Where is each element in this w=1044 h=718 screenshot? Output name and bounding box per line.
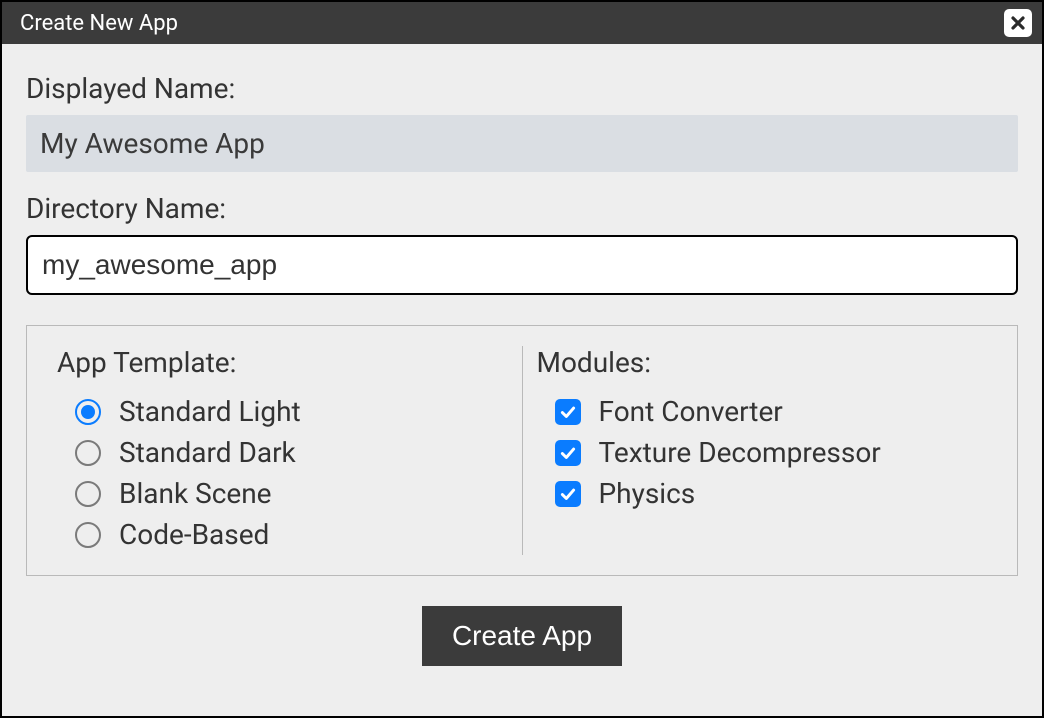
titlebar: Create New App: [2, 2, 1042, 44]
radio-icon: [75, 522, 101, 548]
template-option-standard-light[interactable]: Standard Light: [57, 391, 508, 432]
modules-column: Modules: Font Converter Texture Decompre…: [523, 346, 1002, 555]
module-option-texture-decompressor[interactable]: Texture Decompressor: [537, 432, 988, 473]
radio-icon: [75, 440, 101, 466]
directory-name-input[interactable]: [26, 235, 1018, 295]
template-label: App Template:: [57, 346, 508, 379]
template-option-code-based[interactable]: Code-Based: [57, 514, 508, 555]
displayed-name-label: Displayed Name:: [26, 72, 1018, 105]
template-option-label: Standard Dark: [119, 436, 296, 469]
template-option-label: Blank Scene: [119, 477, 272, 510]
directory-name-label: Directory Name:: [26, 192, 1018, 225]
options-panel: App Template: Standard Light Standard Da…: [26, 325, 1018, 576]
template-option-blank-scene[interactable]: Blank Scene: [57, 473, 508, 514]
window-title: Create New App: [20, 11, 178, 36]
radio-icon: [75, 399, 101, 425]
displayed-name-value: My Awesome App: [26, 115, 1018, 172]
create-app-dialog: Create New App Displayed Name: My Awesom…: [0, 0, 1044, 718]
module-option-physics[interactable]: Physics: [537, 473, 988, 514]
template-option-label: Standard Light: [119, 395, 301, 428]
template-option-standard-dark[interactable]: Standard Dark: [57, 432, 508, 473]
checkbox-icon: [555, 399, 581, 425]
module-option-label: Texture Decompressor: [599, 436, 881, 469]
dialog-footer: Create App: [26, 606, 1018, 666]
template-column: App Template: Standard Light Standard Da…: [43, 346, 523, 555]
module-option-label: Font Converter: [599, 395, 783, 428]
dialog-content: Displayed Name: My Awesome App Directory…: [2, 44, 1042, 716]
create-app-button[interactable]: Create App: [422, 606, 622, 666]
modules-label: Modules:: [537, 346, 988, 379]
close-icon: [1010, 15, 1026, 31]
close-button[interactable]: [1004, 9, 1032, 37]
module-option-label: Physics: [599, 477, 696, 510]
checkbox-icon: [555, 440, 581, 466]
radio-icon: [75, 481, 101, 507]
checkbox-icon: [555, 481, 581, 507]
module-option-font-converter[interactable]: Font Converter: [537, 391, 988, 432]
template-option-label: Code-Based: [119, 518, 269, 551]
